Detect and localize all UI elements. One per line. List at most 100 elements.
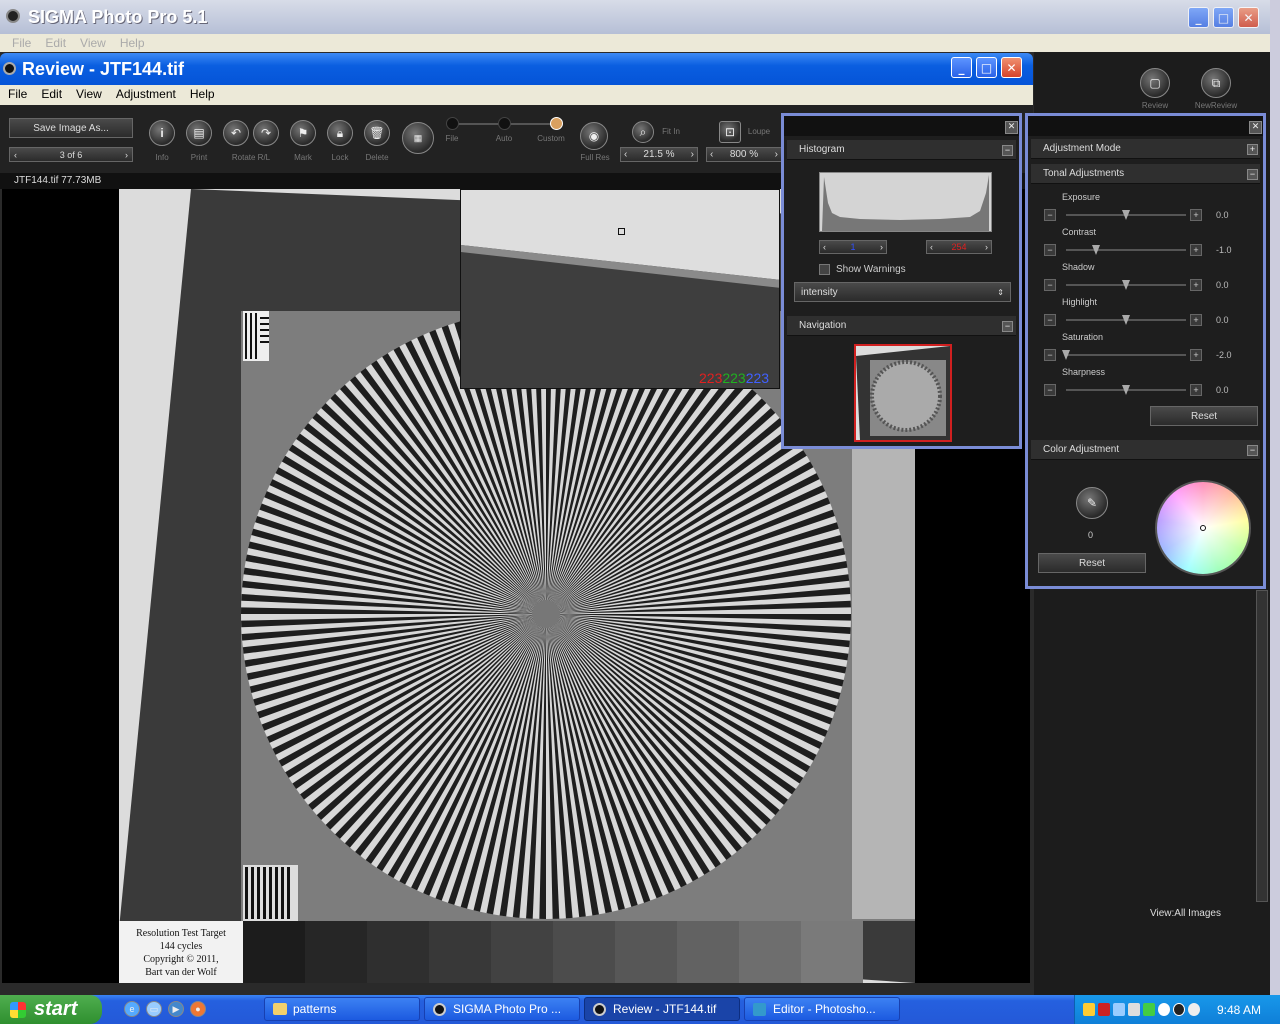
full-res-icon[interactable]: ◉	[580, 122, 608, 150]
slider-increase-button[interactable]: +	[1190, 384, 1202, 396]
delete-trash-icon[interactable]: 🗑︎	[364, 120, 390, 146]
slider-decrease-button[interactable]: −	[1044, 244, 1056, 256]
adjustment-panel-close-button[interactable]: ✕	[1249, 121, 1262, 134]
color-reset-button[interactable]: Reset	[1038, 553, 1146, 573]
show-warnings-checkbox[interactable]	[819, 264, 830, 275]
fit-zoom-down[interactable]: ‹	[624, 149, 627, 160]
slider-thumb[interactable]	[1092, 245, 1100, 255]
fit-zoom-up[interactable]: ›	[691, 149, 694, 160]
slider-thumb[interactable]	[1122, 210, 1130, 220]
save-image-button[interactable]: Save Image As...	[9, 118, 133, 138]
review-minimize-button[interactable]: _	[951, 57, 972, 78]
slider-thumb[interactable]	[1122, 385, 1130, 395]
tonal-reset-button[interactable]: Reset	[1150, 406, 1258, 426]
slider-thumb[interactable]	[1122, 315, 1130, 325]
review-mode-button[interactable]: ▢	[1140, 68, 1170, 98]
low-up[interactable]: ›	[880, 242, 883, 252]
mark-flag-icon[interactable]: ⚑	[290, 120, 316, 146]
slider-thumb[interactable]	[1122, 280, 1130, 290]
channel-select[interactable]: intensity ⇕	[794, 282, 1011, 302]
tray-volume-icon[interactable]	[1128, 1003, 1140, 1016]
adjustment-mode-expand-button[interactable]: +	[1247, 144, 1258, 155]
x3f-mode-icon[interactable]: ▦	[402, 122, 434, 154]
histogram-panel-close-button[interactable]: ✕	[1005, 121, 1018, 134]
next-image-arrow[interactable]: ›	[125, 150, 128, 160]
rotate-right-icon[interactable]: ↷	[253, 120, 279, 146]
histogram-header: Histogram	[787, 140, 1016, 160]
taskbar-item-review[interactable]: Review - JTF144.tif	[584, 997, 740, 1021]
slider-increase-button[interactable]: +	[1190, 244, 1202, 256]
slider-track[interactable]	[1066, 249, 1186, 251]
review-maximize-button[interactable]: □	[976, 57, 997, 78]
loupe-icon[interactable]: ⊡	[719, 121, 741, 143]
new-review-button[interactable]: ⧉	[1201, 68, 1231, 98]
slider-increase-button[interactable]: +	[1190, 349, 1202, 361]
sigma-maximize-button[interactable]: □	[1213, 7, 1234, 28]
slider-increase-button[interactable]: +	[1190, 314, 1202, 326]
ie-icon[interactable]: e	[124, 1001, 140, 1017]
firefox-icon[interactable]: ●	[190, 1001, 206, 1017]
histogram-low-value[interactable]: 1	[850, 242, 855, 252]
taskbar-item-patterns[interactable]: patterns	[264, 997, 420, 1021]
mode-custom-knob[interactable]	[550, 117, 563, 130]
slider-increase-button[interactable]: +	[1190, 209, 1202, 221]
slider-track[interactable]	[1066, 354, 1186, 356]
slider-decrease-button[interactable]: −	[1044, 384, 1056, 396]
loupe-inset[interactable]: 223223223	[460, 189, 780, 389]
review-menu-file[interactable]: File	[8, 87, 27, 103]
desktop-icon[interactable]: ▭	[146, 1001, 162, 1017]
info-icon[interactable]: i	[149, 120, 175, 146]
rotate-left-icon[interactable]: ↶	[223, 120, 249, 146]
slider-decrease-button[interactable]: −	[1044, 209, 1056, 221]
slider-increase-button[interactable]: +	[1190, 279, 1202, 291]
view-all-images-label[interactable]: View:All Images	[1150, 908, 1221, 919]
taskbar-item-editor[interactable]: Editor - Photosho...	[744, 997, 900, 1021]
color-collapse-button[interactable]: −	[1247, 445, 1258, 456]
tray-security-icon[interactable]	[1098, 1003, 1110, 1016]
clock[interactable]: 9:48 AM	[1217, 1003, 1261, 1017]
media-icon[interactable]: ▶	[168, 1001, 184, 1017]
lock-icon[interactable]: 🔒︎	[327, 120, 353, 146]
review-menu-edit[interactable]: Edit	[41, 87, 62, 103]
sigma-close-button[interactable]: ✕	[1238, 7, 1259, 28]
mode-auto-knob[interactable]	[498, 117, 511, 130]
navigation-thumbnail[interactable]	[854, 344, 952, 442]
high-up[interactable]: ›	[985, 242, 988, 252]
thumbnail-scrollbar[interactable]	[1256, 590, 1268, 902]
print-icon[interactable]: ▤	[186, 120, 212, 146]
fit-in-magnifier-icon[interactable]: ⌕	[632, 121, 654, 143]
tray-shield-icon[interactable]	[1083, 1003, 1095, 1016]
eyedropper-icon[interactable]: ✎	[1076, 487, 1108, 519]
taskbar-item-sigma[interactable]: SIGMA Photo Pro ...	[424, 997, 580, 1021]
slider-decrease-button[interactable]: −	[1044, 279, 1056, 291]
sigma-menu-help[interactable]: Help	[120, 36, 145, 50]
tonal-collapse-button[interactable]: −	[1247, 169, 1258, 180]
loupe-zoom-up[interactable]: ›	[775, 149, 778, 160]
slider-decrease-button[interactable]: −	[1044, 349, 1056, 361]
start-button[interactable]: start	[0, 995, 102, 1024]
review-menu-help[interactable]: Help	[190, 87, 215, 103]
low-down[interactable]: ‹	[823, 242, 826, 252]
tray-antivirus-icon[interactable]	[1158, 1003, 1170, 1016]
review-menu-view[interactable]: View	[76, 87, 102, 103]
tray-network-icon[interactable]	[1113, 1003, 1125, 1016]
mode-file-knob[interactable]	[446, 117, 459, 130]
review-close-button[interactable]: ✕	[1001, 57, 1022, 78]
tray-clock-icon[interactable]	[1188, 1003, 1200, 1016]
slider-decrease-button[interactable]: −	[1044, 314, 1056, 326]
tray-update-icon[interactable]	[1143, 1003, 1155, 1016]
histogram-high-value[interactable]: 254	[951, 242, 966, 252]
review-menu-adjustment[interactable]: Adjustment	[116, 87, 176, 103]
sigma-menu-file[interactable]: File	[12, 36, 31, 50]
high-down[interactable]: ‹	[930, 242, 933, 252]
slider-thumb[interactable]	[1062, 350, 1070, 360]
sigma-menu-edit[interactable]: Edit	[45, 36, 66, 50]
navigation-collapse-button[interactable]: −	[1002, 321, 1013, 332]
histogram-collapse-button[interactable]: −	[1002, 145, 1013, 156]
prev-image-arrow[interactable]: ‹	[14, 150, 17, 160]
review-app-icon	[3, 62, 16, 75]
tray-circle-icon[interactable]	[1173, 1003, 1185, 1016]
sigma-menu-view[interactable]: View	[80, 36, 106, 50]
loupe-zoom-down[interactable]: ‹	[710, 149, 713, 160]
sigma-minimize-button[interactable]: _	[1188, 7, 1209, 28]
